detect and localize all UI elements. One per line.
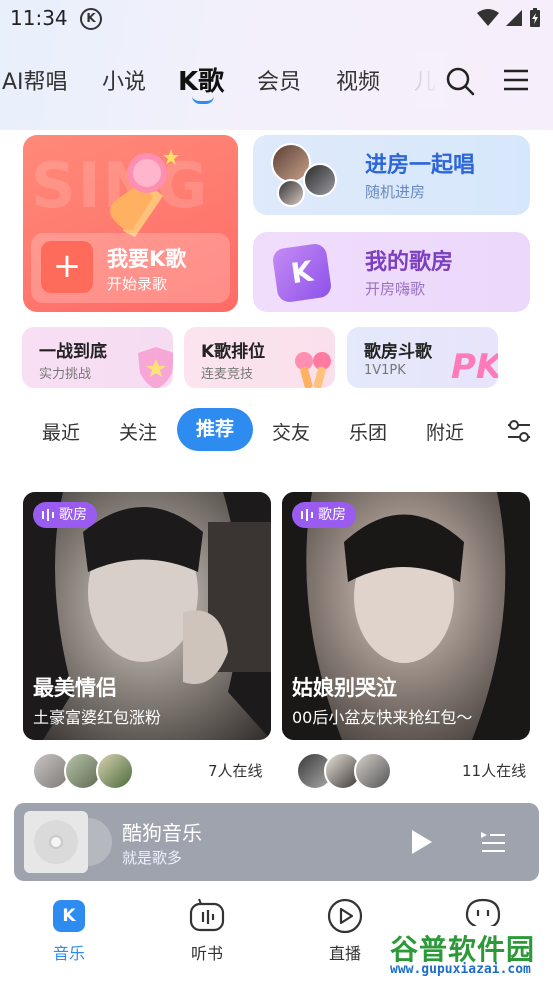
battery-icon bbox=[530, 8, 540, 27]
status-time: 11:34 bbox=[10, 6, 68, 30]
room-filter-tabs: 最近 关注 推荐 交友 乐团 附近 bbox=[0, 408, 553, 452]
playlist-icon[interactable] bbox=[480, 831, 506, 855]
room-tag-label: 歌房 bbox=[318, 507, 346, 523]
join-room-title: 进房一起唱 bbox=[365, 153, 476, 178]
active-tab-indicator bbox=[192, 96, 214, 104]
album-art bbox=[24, 811, 88, 873]
my-room-card[interactable]: K 我的歌房 开房嗨歌 bbox=[253, 232, 530, 312]
k-room-icon: K bbox=[271, 242, 333, 304]
mini-card-subtitle: 连麦竞技 bbox=[201, 367, 254, 382]
live-play-icon bbox=[327, 898, 363, 934]
shield-star-icon bbox=[138, 347, 173, 388]
dual-microphone-icon bbox=[295, 352, 331, 388]
signal-icon bbox=[506, 10, 522, 26]
room-title: 姑娘别哭泣 bbox=[292, 676, 397, 700]
bottom-tab-label: 直播 bbox=[328, 944, 361, 963]
tab-video[interactable]: 视频 bbox=[336, 64, 380, 96]
status-bar: 11:34 K bbox=[0, 0, 553, 40]
mini-card-title: K歌排位 bbox=[201, 342, 266, 362]
join-room-subtitle: 随机进房 bbox=[365, 183, 426, 201]
filter-follow[interactable]: 关注 bbox=[119, 418, 157, 445]
cd-icon bbox=[34, 820, 78, 864]
play-icon[interactable] bbox=[410, 829, 434, 855]
mini-card-subtitle: 1V1PK bbox=[364, 363, 406, 378]
room-tag-label: 歌房 bbox=[59, 507, 87, 523]
tab-ai-sing[interactable]: AI帮唱 bbox=[2, 64, 68, 96]
mini-card-battle[interactable]: 一战到底 实力挑战 bbox=[22, 327, 173, 388]
audio-bars-icon bbox=[42, 509, 54, 521]
status-icons bbox=[477, 8, 541, 28]
bottom-tab-label: 听书 bbox=[190, 944, 223, 963]
room-tag: 歌房 bbox=[292, 502, 356, 528]
room-online-row: 11人在线 bbox=[296, 750, 527, 790]
sing-card[interactable]: SING + 我要K歌 开始录歌 bbox=[23, 135, 238, 312]
join-room-card[interactable]: 进房一起唱 随机进房 bbox=[253, 135, 530, 215]
room-online-row: 7人在线 bbox=[32, 750, 264, 790]
player-subtitle: 就是歌多 bbox=[122, 849, 183, 867]
top-category-tabs: AI帮唱 小说 K歌 会员 视频 儿 bbox=[0, 52, 553, 108]
filter-band[interactable]: 乐团 bbox=[349, 418, 387, 445]
my-room-title: 我的歌房 bbox=[365, 250, 454, 275]
mini-card-title: 一战到底 bbox=[39, 342, 107, 362]
plus-icon: + bbox=[41, 241, 93, 293]
avatar bbox=[354, 752, 392, 790]
tabs-fade-overlay bbox=[395, 52, 445, 108]
filter-recent[interactable]: 最近 bbox=[42, 418, 80, 445]
tab-ksong[interactable]: K歌 bbox=[178, 61, 224, 98]
tab-vip[interactable]: 会员 bbox=[257, 64, 301, 96]
radio-icon bbox=[189, 898, 225, 932]
pk-badge: PK bbox=[451, 347, 498, 387]
room-photo bbox=[23, 492, 271, 740]
player-title: 酷狗音乐 bbox=[122, 821, 202, 845]
menu-icon[interactable] bbox=[503, 68, 529, 92]
filter-nearby[interactable]: 附近 bbox=[426, 418, 464, 445]
music-k-icon: K bbox=[53, 900, 85, 932]
microphone-icon bbox=[110, 149, 179, 237]
my-room-subtitle: 开房嗨歌 bbox=[365, 280, 426, 298]
mini-card-pk[interactable]: 歌房斗歌 1V1PK PK bbox=[347, 327, 498, 388]
filter-friends[interactable]: 交友 bbox=[272, 418, 310, 445]
filter-settings-icon[interactable] bbox=[506, 419, 532, 443]
bottom-tab-label: 音乐 bbox=[52, 944, 85, 963]
site-watermark: 谷普软件园 www.gupuxiazai.com bbox=[386, 926, 553, 984]
mini-card-subtitle: 实力挑战 bbox=[39, 367, 92, 382]
wifi-icon bbox=[477, 9, 499, 26]
filter-recommend[interactable]: 推荐 bbox=[177, 408, 253, 451]
tab-novel[interactable]: 小说 bbox=[102, 64, 146, 96]
avatar bbox=[277, 179, 305, 207]
sing-card-subtitle: 开始录歌 bbox=[107, 275, 168, 293]
online-count: 7人在线 bbox=[208, 762, 263, 780]
room-title: 最美情侣 bbox=[33, 676, 117, 700]
mini-player[interactable]: 酷狗音乐 就是歌多 bbox=[14, 803, 539, 881]
kugou-notification-icon: K bbox=[80, 8, 102, 30]
room-card[interactable]: 歌房 姑娘别哭泣 00后小盆友快来抢红包～ bbox=[282, 492, 530, 740]
mini-card-ranking[interactable]: K歌排位 连麦竞技 bbox=[184, 327, 335, 388]
mini-card-title: 歌房斗歌 bbox=[364, 342, 432, 362]
room-subtitle: 土豪富婆红包涨粉 bbox=[33, 708, 162, 727]
room-tag: 歌房 bbox=[33, 502, 97, 528]
avatar bbox=[96, 752, 134, 790]
room-card[interactable]: 歌房 最美情侣 土豪富婆红包涨粉 bbox=[23, 492, 271, 740]
sing-card-title: 我要K歌 bbox=[107, 247, 187, 271]
audio-bars-icon bbox=[301, 509, 313, 521]
search-icon[interactable] bbox=[445, 66, 475, 96]
room-subtitle: 00后小盆友快来抢红包～ bbox=[292, 708, 473, 727]
avatar bbox=[303, 163, 337, 197]
room-photo bbox=[282, 492, 530, 740]
online-count: 11人在线 bbox=[462, 762, 527, 780]
watermark-url: www.gupuxiazai.com bbox=[390, 962, 531, 977]
